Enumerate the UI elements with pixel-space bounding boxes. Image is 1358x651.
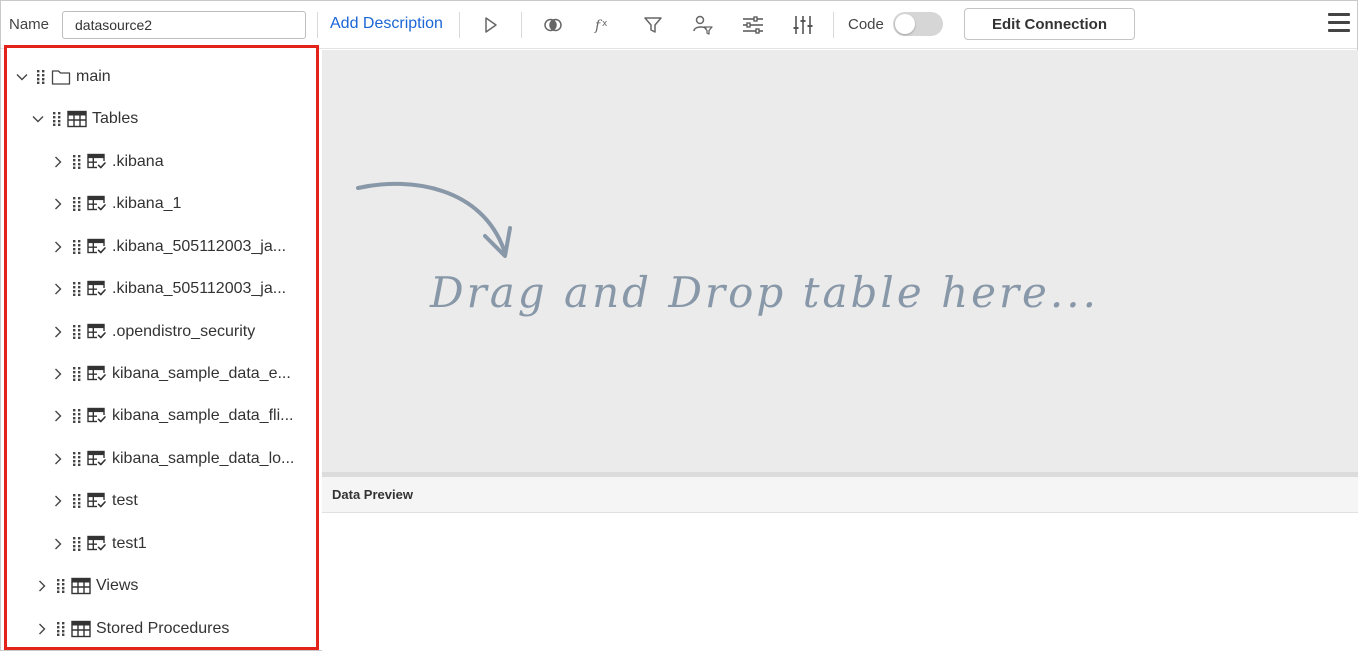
- app-window: Name Add Description fx Code: [0, 0, 1358, 651]
- chevron-right-icon[interactable]: [50, 324, 66, 340]
- tree-node-table[interactable]: kibana_sample_data_e...: [50, 359, 291, 389]
- table-check-icon: [86, 238, 108, 256]
- tree-node-tables[interactable]: Tables: [30, 104, 138, 134]
- table-check-icon: [86, 323, 108, 341]
- chevron-right-icon[interactable]: [34, 621, 50, 637]
- toolbar-divider: [317, 12, 318, 38]
- drag-handle-icon[interactable]: [72, 409, 82, 424]
- table-check-icon: [86, 280, 108, 298]
- table-check-icon: [86, 365, 108, 383]
- chevron-right-icon[interactable]: [50, 536, 66, 552]
- tree-node-table[interactable]: .opendistro_security: [50, 317, 255, 347]
- tree-node-table[interactable]: test: [50, 486, 138, 516]
- tree-node-label: Views: [96, 577, 139, 594]
- user-filter-icon[interactable]: [690, 12, 716, 38]
- data-preview-title: Data Preview: [332, 487, 413, 502]
- tree-node-label: Stored Procedures: [96, 620, 230, 637]
- toolbar-divider: [459, 12, 460, 38]
- toolbar-divider: [833, 12, 834, 38]
- tree-node-table[interactable]: .kibana_1: [50, 189, 181, 219]
- chevron-down-icon[interactable]: [30, 111, 46, 127]
- table-grid-icon: [66, 110, 88, 128]
- curved-arrow-icon: [356, 181, 512, 258]
- tree-node-table[interactable]: kibana_sample_data_lo...: [50, 444, 294, 474]
- table-grid-icon: [70, 620, 92, 638]
- drag-handle-icon[interactable]: [72, 282, 82, 297]
- schema-tree-panel: main Tables .kibana .kibana_1 .kibana_5051…: [4, 45, 319, 650]
- settings-sliders-icon[interactable]: [740, 12, 766, 38]
- drag-handle-icon[interactable]: [72, 155, 82, 169]
- toolbar-divider: [521, 12, 522, 38]
- drag-handle-icon[interactable]: [72, 536, 82, 551]
- tree-node-stored-procedures[interactable]: Stored Procedures: [34, 614, 229, 644]
- tree-node-table[interactable]: test1: [50, 529, 147, 559]
- chevron-right-icon[interactable]: [50, 408, 66, 424]
- chevron-down-icon[interactable]: [14, 69, 30, 85]
- chevron-right-icon[interactable]: [50, 239, 66, 255]
- chevron-right-icon[interactable]: [50, 281, 66, 297]
- data-preview-grid: [322, 513, 1358, 651]
- table-check-icon: [86, 492, 108, 510]
- table-name-label: kibana_sample_data_e...: [112, 365, 291, 382]
- drag-handle-icon[interactable]: [72, 494, 82, 509]
- toolbar: Name Add Description fx Code: [1, 1, 1357, 49]
- drop-hint-text: Drag and Drop table here...: [430, 268, 1099, 317]
- table-check-icon: [86, 153, 108, 171]
- chevron-right-icon[interactable]: [50, 451, 66, 467]
- table-check-icon: [86, 450, 108, 468]
- edit-connection-button[interactable]: Edit Connection: [964, 8, 1135, 40]
- chevron-right-icon[interactable]: [50, 196, 66, 212]
- drag-handle-icon[interactable]: [72, 324, 82, 339]
- tree-node-views[interactable]: Views: [34, 571, 138, 601]
- drag-handle-icon[interactable]: [36, 70, 46, 84]
- drag-handle-icon[interactable]: [52, 112, 62, 126]
- play-icon[interactable]: [477, 12, 503, 38]
- equalizer-icon[interactable]: [790, 12, 816, 38]
- table-name-label: .kibana_505112003_ja...: [112, 280, 287, 298]
- tree-node-table[interactable]: kibana_sample_data_fli...: [50, 401, 293, 431]
- drag-handle-icon[interactable]: [72, 239, 82, 254]
- chevron-right-icon[interactable]: [50, 366, 66, 382]
- table-name-label: .kibana_1: [112, 195, 182, 213]
- table-name-label: test1: [112, 534, 147, 552]
- folder-icon: [50, 68, 72, 86]
- data-preview-header: Data Preview: [322, 477, 1358, 513]
- formula-icon[interactable]: fx: [590, 12, 616, 38]
- tree-node-table[interactable]: .kibana: [50, 147, 164, 177]
- table-name-label: .kibana: [112, 153, 164, 170]
- tree-node-label: main: [76, 68, 111, 85]
- table-check-icon: [86, 407, 108, 425]
- table-name-label: kibana_sample_data_lo...: [112, 449, 295, 467]
- filter-icon[interactable]: [640, 12, 666, 38]
- chevron-right-icon[interactable]: [50, 154, 66, 170]
- tree-node-label: Tables: [92, 110, 139, 127]
- chevron-right-icon[interactable]: [34, 578, 50, 594]
- add-description-link[interactable]: Add Description: [330, 15, 443, 33]
- join-icon[interactable]: [540, 12, 566, 38]
- table-check-icon: [86, 195, 108, 213]
- datasource-name-input[interactable]: [62, 11, 306, 39]
- chevron-right-icon[interactable]: [50, 493, 66, 509]
- svg-text:x: x: [602, 19, 608, 29]
- drag-handle-icon[interactable]: [72, 451, 82, 466]
- table-grid-icon: [70, 577, 92, 595]
- query-designer-canvas[interactable]: Drag and Drop table here...: [322, 50, 1358, 472]
- tree-node-table[interactable]: .kibana_505112003_ja...: [50, 232, 286, 262]
- drag-handle-icon[interactable]: [72, 367, 82, 381]
- code-toggle[interactable]: [893, 12, 943, 36]
- drag-handle-icon[interactable]: [72, 197, 82, 212]
- drag-handle-icon[interactable]: [56, 579, 66, 593]
- tree-node-table[interactable]: .kibana_505112003_ja...: [50, 274, 286, 304]
- tree-node-main[interactable]: main: [14, 62, 111, 92]
- code-label: Code: [848, 16, 884, 33]
- drag-handle-icon[interactable]: [56, 622, 66, 636]
- table-name-label: .kibana_505112003_ja...: [112, 237, 287, 255]
- toggle-knob: [895, 14, 915, 34]
- table-check-icon: [86, 535, 108, 553]
- table-name-label: test: [112, 492, 138, 510]
- table-name-label: kibana_sample_data_fli...: [112, 407, 294, 425]
- name-label: Name: [9, 16, 50, 33]
- hamburger-menu-icon[interactable]: [1328, 11, 1352, 33]
- table-name-label: .opendistro_security: [112, 322, 256, 340]
